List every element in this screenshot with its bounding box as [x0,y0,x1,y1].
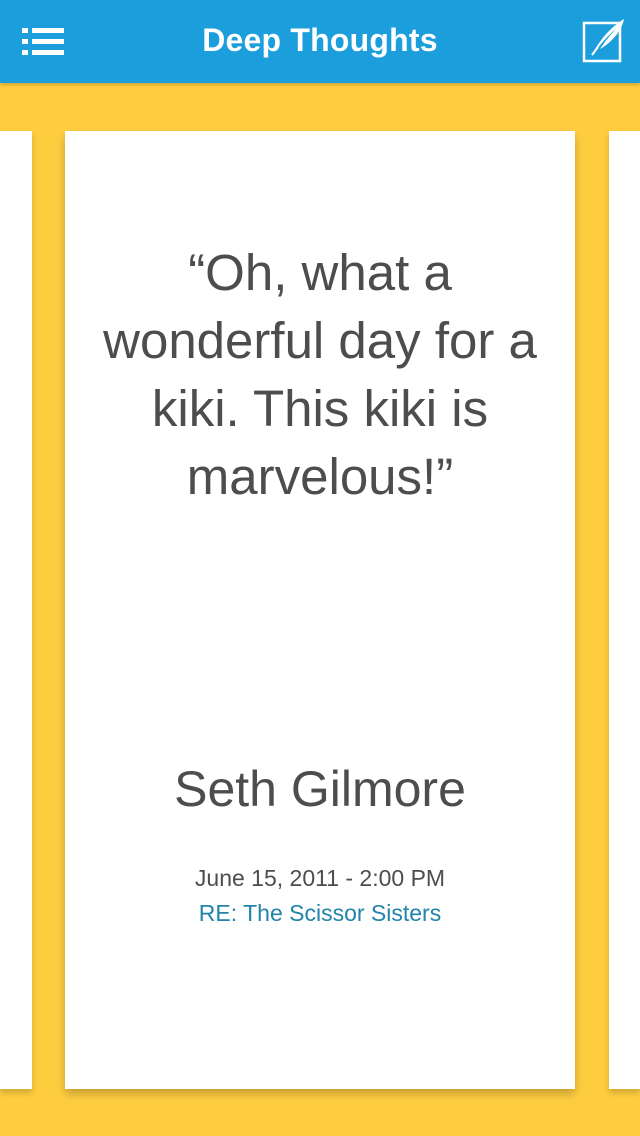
previous-card-edge[interactable] [0,131,32,1089]
quote-text: “Oh, what a wonderful day for a kiki. Th… [103,244,537,505]
thought-card[interactable]: “Oh, what a wonderful day for a kiki. Th… [65,131,575,1089]
compose-button[interactable] [582,17,626,63]
page-title: Deep Thoughts [202,22,438,58]
timestamp: June 15, 2011 - 2:00 PM [194,865,446,891]
author-name: Seth Gilmore [174,761,466,817]
nav-bar: Deep Thoughts [0,0,640,83]
subject-link[interactable]: RE: The Scissor Sisters [65,898,575,928]
next-card-edge[interactable] [609,131,640,1089]
quill-compose-icon [582,19,624,63]
